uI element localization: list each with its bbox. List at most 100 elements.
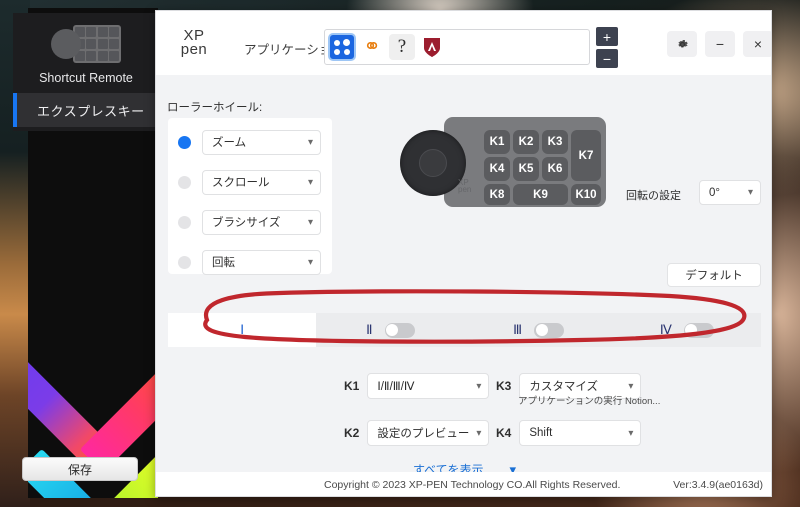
remove-application-button[interactable]: − (596, 49, 618, 68)
select-roller-brush-size-value: ブラシサイズ (212, 217, 281, 229)
chevron-down-icon: ▾ (307, 176, 313, 188)
radio-rotate[interactable] (178, 255, 191, 269)
keybinding-k2-select[interactable]: 設定のプレビュー ▾ (367, 420, 490, 446)
chevron-down-icon: ▾ (476, 380, 482, 392)
sidebar-item-label: エクスプレスキー (37, 103, 145, 119)
device-sidebar: Shortcut Remote エクスプレスキー (13, 13, 159, 131)
xppen-logo: XP pen (168, 28, 220, 58)
radio-zoom[interactable] (178, 135, 191, 149)
select-roller-scroll-value: スクロール (212, 177, 270, 189)
device-illustration: XP pen K1 K2 K3 K4 K5 K6 K7 K8 K9 K10 (400, 117, 606, 207)
application-add-remove-group: + − (596, 27, 618, 71)
keybinding-k1-value: Ⅰ/Ⅱ/Ⅲ/Ⅳ (377, 381, 415, 393)
tab-group-4-toggle[interactable] (683, 322, 714, 338)
device-name-label: Shortcut Remote (39, 71, 133, 85)
window-content: ローラーホイール: ズーム ▾ スクロール ▾ ブラシサイズ ▾ 回転 ▾ XP… (156, 75, 771, 496)
tab-group-4[interactable]: Ⅳ (613, 313, 761, 347)
rotation-setting-value: 0° (709, 186, 720, 199)
radio-scroll[interactable] (178, 175, 191, 189)
add-application-button[interactable]: + (596, 27, 618, 46)
sidebar-item-express-keys[interactable]: エクスプレスキー (13, 93, 159, 127)
window-titlebar: XP pen アプリケーション: ⚭ ? + − − × (156, 11, 771, 75)
chevron-down-icon: ▾ (628, 427, 634, 439)
tab-group-1-numeral: Ⅰ (240, 322, 245, 337)
keybinding-row-k4: K4 Shift ▾ (496, 420, 642, 446)
select-roller-zoom-value: ズーム (212, 137, 247, 149)
roller-option-row-rotate[interactable]: 回転 ▾ (168, 248, 332, 276)
roller-wheel-options-card: ズーム ▾ スクロール ▾ ブラシサイズ ▾ 回転 ▾ (168, 118, 332, 276)
chevron-down-icon: ▾ (307, 136, 313, 148)
device-key-k9[interactable]: K9 (513, 184, 568, 205)
minimize-button[interactable]: − (705, 31, 735, 57)
select-roller-scroll[interactable]: スクロール ▾ (202, 169, 321, 195)
keybinding-k4-select[interactable]: Shift ▾ (519, 420, 642, 446)
rotation-setting-label: 回転の設定 (626, 190, 681, 202)
keybinding-k4-label: K4 (496, 426, 512, 440)
shortcut-remote-thumbnail-icon (51, 25, 121, 63)
key-group-tabs: Ⅰ Ⅱ Ⅲ Ⅳ (168, 313, 761, 347)
tab-group-1[interactable]: Ⅰ (168, 313, 317, 347)
device-key-k3[interactable]: K3 (542, 130, 568, 154)
select-roller-rotate[interactable]: 回転 ▾ (202, 249, 321, 275)
device-roller-wheel (400, 130, 466, 196)
tab-group-3-numeral: Ⅲ (513, 322, 523, 337)
roller-option-row-scroll[interactable]: スクロール ▾ (168, 168, 332, 196)
application-list-field[interactable]: ⚭ ? (324, 29, 590, 65)
tab-group-4-numeral: Ⅳ (659, 322, 672, 337)
device-logo-line-2: pen (458, 185, 472, 194)
keybinding-k3-value: カスタマイズ (529, 381, 598, 393)
xppen-app-window: XP pen アプリケーション: ⚭ ? + − − × ローラーホイール: ズ… (155, 10, 772, 497)
default-button[interactable]: デフォルト (667, 263, 761, 287)
question-mark-app-icon[interactable]: ? (389, 34, 415, 60)
roller-option-row-brush-size[interactable]: ブラシサイズ ▾ (168, 208, 332, 236)
logo-line-2: pen (180, 41, 208, 58)
keybinding-k3-label: K3 (496, 379, 512, 393)
keybinding-k2-value: 設定のプレビュー (377, 428, 470, 440)
chevron-down-icon: ▾ (747, 187, 753, 198)
device-key-k8[interactable]: K8 (484, 184, 510, 205)
roller-wheel-section-label: ローラーホイール: (167, 102, 263, 114)
chevron-down-icon: ▾ (476, 427, 482, 439)
select-roller-rotate-value: 回転 (212, 257, 235, 269)
select-roller-brush-size[interactable]: ブラシサイズ ▾ (202, 209, 321, 235)
tab-group-3[interactable]: Ⅲ (465, 313, 613, 347)
version-text: Ver:3.4.9(ae0163d) (673, 479, 763, 491)
device-roller-wheel-center (419, 149, 447, 177)
device-key-k7[interactable]: K7 (571, 130, 601, 181)
tab-group-2-numeral: Ⅱ (366, 322, 373, 337)
sidebar-active-indicator (13, 93, 17, 127)
roller-option-row-zoom[interactable]: ズーム ▾ (168, 128, 332, 156)
keybinding-k4-value: Shift (529, 427, 553, 439)
window-footer: Copyright © 2023 XP-PEN Technology CO.Al… (156, 472, 771, 496)
device-key-k4[interactable]: K4 (484, 157, 510, 181)
device-key-k10[interactable]: K10 (571, 184, 601, 205)
keybinding-row-k1: K1 Ⅰ/Ⅱ/Ⅲ/Ⅳ ▾ (344, 373, 490, 399)
keybinding-row-k2: K2 設定のプレビュー ▾ (344, 420, 490, 446)
chevron-down-icon: ▾ (307, 216, 313, 228)
settings-gear-button[interactable] (667, 31, 697, 57)
device-key-k2[interactable]: K2 (513, 130, 539, 154)
keybinding-k3-sublabel: アプリケーションの実行 Notion... (518, 396, 661, 407)
keybinding-k1-label: K1 (344, 379, 360, 393)
save-button[interactable]: 保存 (22, 457, 138, 481)
tab-group-3-toggle[interactable] (534, 322, 565, 338)
blender-app-icon[interactable]: ⚭ (359, 34, 385, 60)
close-button[interactable]: × (743, 31, 771, 57)
device-logo: XP pen (458, 179, 472, 194)
keybinding-k1-select[interactable]: Ⅰ/Ⅱ/Ⅲ/Ⅳ ▾ (367, 373, 490, 399)
gear-icon (677, 39, 688, 47)
blue-dots-app-icon[interactable] (328, 33, 356, 61)
radio-brush-size[interactable] (178, 215, 191, 229)
device-key-k5[interactable]: K5 (513, 157, 539, 181)
red-shield-app-icon[interactable] (419, 34, 445, 60)
select-roller-zoom[interactable]: ズーム ▾ (202, 129, 321, 155)
keybinding-k2-label: K2 (344, 426, 360, 440)
rotation-setting-select[interactable]: 0° ▾ (699, 180, 761, 205)
copyright-text: Copyright © 2023 XP-PEN Technology CO.Al… (324, 479, 621, 491)
chevron-down-icon: ▾ (628, 380, 634, 392)
tab-group-2-toggle[interactable] (384, 322, 415, 338)
chevron-down-icon: ▾ (307, 256, 313, 268)
device-key-k6[interactable]: K6 (542, 157, 568, 181)
device-key-k1[interactable]: K1 (484, 130, 510, 154)
tab-group-2[interactable]: Ⅱ (316, 313, 464, 347)
